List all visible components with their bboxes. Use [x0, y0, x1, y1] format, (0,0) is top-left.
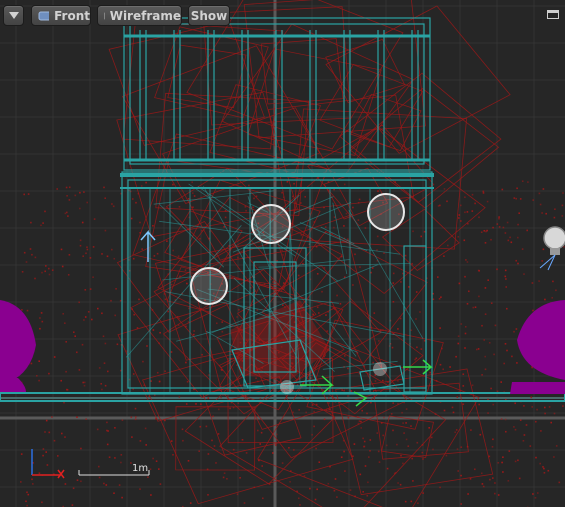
ortho-camera-icon: [38, 11, 50, 20]
view-mode-button[interactable]: Front: [31, 5, 91, 26]
maximize-icon[interactable]: [547, 10, 559, 19]
show-flags-button[interactable]: Show: [188, 5, 230, 26]
show-label: Show: [190, 8, 228, 23]
axis-gizmo-icon: [31, 449, 65, 479]
viewport-options-button[interactable]: [3, 5, 24, 26]
chevron-down-icon: [8, 12, 19, 19]
left-light-sphere-icon: [0, 300, 36, 392]
wireframe-cube-icon: [104, 12, 105, 19]
wireframe-scene[interactable]: [0, 0, 565, 507]
scale-bar-label: 1m: [132, 463, 149, 474]
render-mode-label: Wireframe: [109, 8, 181, 23]
render-mode-button[interactable]: Wireframe: [97, 5, 182, 26]
right-light-sphere-icon: [510, 300, 565, 394]
level-viewport[interactable]: 1m Front Wireframe Show: [0, 0, 565, 507]
view-mode-label: Front: [54, 8, 90, 23]
